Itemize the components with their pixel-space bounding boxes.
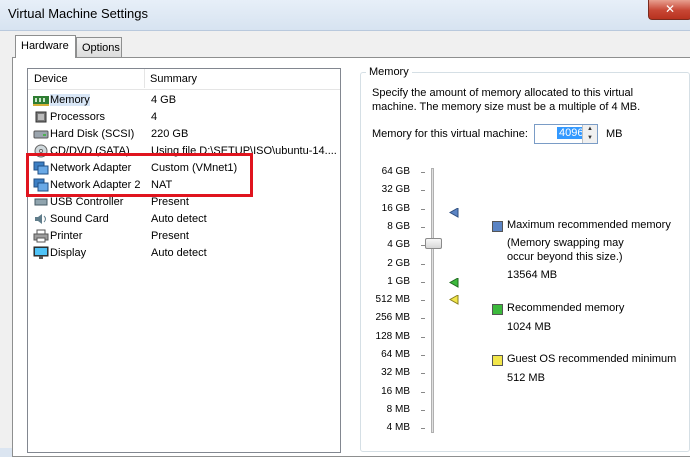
display-icon <box>33 246 49 259</box>
scale-tick-mark <box>421 226 425 228</box>
device-name: Display <box>50 247 87 259</box>
device-row-sound-card[interactable]: Sound Card Auto detect <box>28 211 340 228</box>
scale-tick-label: 2 GB <box>387 257 410 269</box>
scale-tick-mark <box>421 318 425 320</box>
scale-tick-label: 16 MB <box>381 385 410 397</box>
legend-max-note-2: occur beyond this size.) <box>507 251 623 263</box>
scale-tick-label: 4 MB <box>386 422 410 434</box>
device-name: USB Controller <box>50 196 124 208</box>
scale-tick-label: 64 GB <box>381 166 410 177</box>
tab-options-label: Options <box>82 42 120 54</box>
memory-spinbox[interactable]: 4096 ▲ ▼ <box>534 124 598 144</box>
scale-tick-mark <box>421 190 425 192</box>
close-button[interactable]: ✕ <box>648 0 690 20</box>
annotation-highlight-box <box>26 153 253 197</box>
scale-tick-mark <box>421 409 425 411</box>
legend-guest-min-value: 512 MB <box>507 372 545 384</box>
device-summary: Present <box>151 230 189 242</box>
device-summary: 220 GB <box>151 128 189 140</box>
scale-tick-label: 4 GB <box>387 239 410 251</box>
close-icon: ✕ <box>664 2 676 16</box>
legend-guest-min-swatch <box>492 355 503 366</box>
device-name: Printer <box>50 230 83 242</box>
scale-tick-mark <box>421 281 425 283</box>
sound-icon <box>35 214 46 224</box>
scale-tick-mark <box>421 263 425 265</box>
scale-tick-label: 32 GB <box>381 184 410 196</box>
scale-tick-mark <box>421 391 425 393</box>
scale-tick-mark <box>421 373 425 375</box>
scale-tick-label: 8 MB <box>386 403 410 415</box>
column-header-summary[interactable]: Summary <box>150 73 197 85</box>
scale-tick-label: 64 MB <box>381 349 410 360</box>
device-row-processors[interactable]: Processors 4 <box>28 109 340 126</box>
memory-unit: MB <box>606 128 623 140</box>
scale-tick-label: 128 MB <box>375 330 410 342</box>
column-header-device[interactable]: Device <box>34 73 68 85</box>
scale-tick-label: 512 MB <box>375 294 410 306</box>
device-name: Processors <box>50 111 106 123</box>
guest-min-marker-icon <box>449 295 459 305</box>
scale-tick-mark <box>421 428 425 430</box>
device-name: Hard Disk (SCSI) <box>50 128 135 140</box>
scale-tick-mark <box>421 355 425 356</box>
memory-slider-track[interactable] <box>431 168 434 433</box>
scale-tick-label: 256 MB <box>375 312 410 324</box>
device-summary: 4 GB <box>151 94 177 106</box>
memory-slider-thumb[interactable] <box>425 238 442 249</box>
processor-icon <box>35 111 47 123</box>
device-list-header: Device Summary <box>28 69 340 90</box>
tab-options[interactable]: Options <box>76 37 122 57</box>
scale-tick-label: 32 MB <box>381 367 410 379</box>
usb-icon <box>34 198 48 206</box>
max-recommended-marker-icon <box>449 208 459 218</box>
window-title: Virtual Machine Settings <box>8 6 148 21</box>
device-row-memory[interactable]: Memory 4 GB <box>28 92 340 109</box>
device-row-hard-disk[interactable]: Hard Disk (SCSI) 220 GB <box>28 126 340 143</box>
legend-guest-min-label: Guest OS recommended minimum <box>507 353 677 365</box>
legend-recommended-swatch <box>492 304 503 315</box>
legend-max-label: Maximum recommended memory <box>507 219 671 231</box>
scale-tick-mark <box>421 336 425 338</box>
device-summary: 4 <box>151 111 158 123</box>
harddisk-icon <box>33 130 49 139</box>
scale-tick-mark <box>421 300 425 302</box>
device-summary: Auto detect <box>151 247 207 259</box>
device-row-display[interactable]: Display Auto detect <box>28 245 340 262</box>
tab-hardware[interactable]: Hardware <box>15 35 76 58</box>
scale-tick-mark <box>421 208 425 210</box>
device-name: Memory <box>50 94 90 106</box>
tab-hardware-label: Hardware <box>21 40 69 52</box>
scale-tick-mark <box>421 172 425 173</box>
spin-down-button[interactable]: ▼ <box>583 134 597 143</box>
memory-description: Specify the amount of memory allocated t… <box>372 87 641 113</box>
legend-max-note-1: (Memory swapping may <box>507 237 624 249</box>
device-list[interactable]: Device Summary Memory 4 GB Processors 4 … <box>27 68 341 453</box>
recommended-marker-icon <box>449 278 459 288</box>
scale-tick-label: 1 GB <box>387 275 410 287</box>
chevron-up-icon: ▲ <box>587 126 593 132</box>
memory-icon <box>33 96 49 106</box>
memory-group-title: Memory <box>366 66 412 78</box>
scale-tick-label: 8 GB <box>387 220 410 232</box>
device-summary: Auto detect <box>151 213 207 225</box>
legend-max-value: 13564 MB <box>507 269 558 281</box>
chevron-down-icon: ▼ <box>587 135 593 141</box>
device-name: Sound Card <box>50 213 109 225</box>
scale-tick-label: 16 GB <box>381 202 410 214</box>
legend-recommended-label: Recommended memory <box>507 302 625 314</box>
device-row-printer[interactable]: Printer Present <box>28 228 340 245</box>
spin-up-button[interactable]: ▲ <box>583 125 597 134</box>
printer-icon <box>33 229 49 243</box>
device-summary: Present <box>151 196 189 208</box>
memory-field-label: Memory for this virtual machine: <box>372 128 528 140</box>
legend-recommended-value: 1024 MB <box>507 321 552 333</box>
legend-max-swatch <box>492 221 503 232</box>
title-bar: Virtual Machine Settings ✕ <box>0 0 690 30</box>
